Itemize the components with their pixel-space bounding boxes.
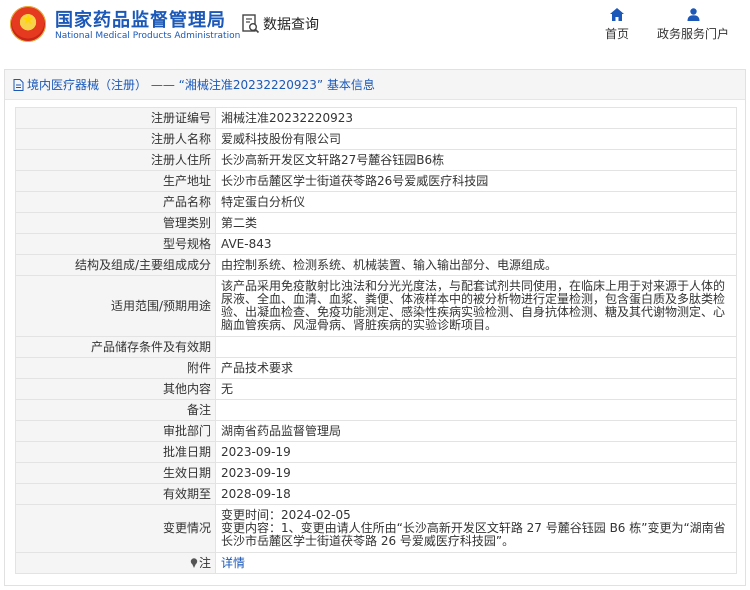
site-header: ★ 国家药品监督管理局 National Medical Products Ad… [0, 0, 750, 56]
row-value: 2028-09-18 [215, 483, 737, 505]
row-label: 其他内容 [15, 378, 216, 400]
page-icon [13, 78, 24, 91]
brand-subtitle: National Medical Products Administration [55, 31, 241, 41]
note-label: 注 [198, 555, 211, 570]
row-label: 批准日期 [15, 441, 216, 463]
table-row-note: 注 详情 [15, 552, 737, 574]
detail-panel: 境内医疗器械（注册） —— “湘械注准20232220923” 基本信息 注册证… [4, 69, 746, 586]
row-label: 产品储存条件及有效期 [15, 336, 216, 358]
table-row: 注册人名称 爱威科技股份有限公司 [15, 128, 737, 150]
note-value: 详情 [215, 552, 737, 574]
table-row: 产品名称 特定蛋白分析仪 [15, 191, 737, 213]
registration-info-table: 注册证编号 湘械注准20232220923 注册人名称 爱威科技股份有限公司 注… [15, 107, 737, 574]
row-label: 注册人名称 [15, 128, 216, 150]
row-label: 备注 [15, 399, 216, 421]
row-value: 第二类 [215, 212, 737, 234]
row-label: 生效日期 [15, 462, 216, 484]
table-row: 有效期至 2028-09-18 [15, 483, 737, 505]
table-row: 生产地址 长沙市岳麓区学士街道茯苓路26号爱威医疗科技园 [15, 170, 737, 192]
change-value: 变更时间：2024-02-05 变更内容：1、变更由请人住所由“长沙高新开发区文… [215, 504, 737, 553]
row-label: 注册人住所 [15, 149, 216, 171]
row-label: 变更情况 [15, 504, 216, 553]
row-value: 该产品采用免疫散射比浊法和分光光度法，与配套试剂共同使用，在临床上用于对来源于人… [215, 275, 737, 337]
row-label: 附件 [15, 357, 216, 379]
table-row: 其他内容 无 [15, 378, 737, 400]
row-label: 管理类别 [15, 212, 216, 234]
table-row: 注册人住所 长沙高新开发区文轩路27号麓谷钰园B6栋 [15, 149, 737, 171]
row-value: 长沙高新开发区文轩路27号麓谷钰园B6栋 [215, 149, 737, 171]
row-value: 2023-09-19 [215, 462, 737, 484]
table-row: 适用范围/预期用途 该产品采用免疫散射比浊法和分光光度法，与配套试剂共同使用，在… [15, 275, 737, 337]
row-value: 爱威科技股份有限公司 [215, 128, 737, 150]
data-query-label: 数据查询 [263, 17, 319, 33]
row-value: 特定蛋白分析仪 [215, 191, 737, 213]
document-search-icon [242, 14, 260, 34]
row-value: 长沙市岳麓区学士街道茯苓路26号爱威医疗科技园 [215, 170, 737, 192]
table-row: 附件 产品技术要求 [15, 357, 737, 379]
nav-home-label: 首页 [604, 27, 629, 41]
user-icon [687, 8, 699, 21]
row-value: 2023-09-19 [215, 441, 737, 463]
row-label: 适用范围/预期用途 [15, 275, 216, 337]
national-emblem-icon: ★ [10, 6, 46, 42]
row-label: 有效期至 [15, 483, 216, 505]
table-row: 结构及组成/主要组成成分 由控制系统、检测系统、机械装置、输入输出部分、电源组成… [15, 254, 737, 276]
row-label: 注册证编号 [15, 107, 216, 129]
table-row: 审批部门 湖南省药品监督管理局 [15, 420, 737, 442]
panel-title: 境内医疗器械（注册） —— “湘械注准20232220923” 基本信息 [5, 70, 745, 100]
home-icon [610, 8, 624, 21]
row-value [215, 399, 737, 421]
table-row: 生效日期 2023-09-19 [15, 462, 737, 484]
row-value: 由控制系统、检测系统、机械装置、输入输出部分、电源组成。 [215, 254, 737, 276]
row-label: 结构及组成/主要组成成分 [15, 254, 216, 276]
table-row: 注册证编号 湘械注准20232220923 [15, 107, 737, 129]
row-value: 产品技术要求 [215, 357, 737, 379]
table-row: 备注 [15, 399, 737, 421]
row-value [215, 336, 737, 358]
row-value: 湘械注准20232220923 [215, 107, 737, 129]
table-row: 型号规格 AVE-843 [15, 233, 737, 255]
details-link[interactable]: 详情 [221, 556, 245, 570]
table-row: 产品储存条件及有效期 [15, 336, 737, 358]
data-query-title[interactable]: 数据查询 [242, 13, 319, 35]
row-value: 无 [215, 378, 737, 400]
nav-gov-service[interactable]: 政务服务门户 [653, 8, 733, 42]
row-label: 产品名称 [15, 191, 216, 213]
panel-title-text: 境内医疗器械（注册） —— “湘械注准20232220923” 基本信息 [27, 78, 375, 92]
row-value: 湖南省药品监督管理局 [215, 420, 737, 442]
table-row: 批准日期 2023-09-19 [15, 441, 737, 463]
row-label: 审批部门 [15, 420, 216, 442]
nav-home[interactable]: 首页 [600, 8, 634, 42]
note-label-cell: 注 [15, 552, 216, 574]
nav-gov-service-label: 政务服务门户 [656, 27, 729, 41]
pin-icon [190, 557, 198, 568]
table-row-change: 变更情况 变更时间：2024-02-05 变更内容：1、变更由请人住所由“长沙高… [15, 504, 737, 553]
table-row: 管理类别 第二类 [15, 212, 737, 234]
change-content: 变更内容：1、变更由请人住所由“长沙高新开发区文轩路 27 号麓谷钰园 B6 栋… [221, 521, 726, 548]
row-value: AVE-843 [215, 233, 737, 255]
row-label: 型号规格 [15, 233, 216, 255]
row-label: 生产地址 [15, 170, 216, 192]
brand-title[interactable]: 国家药品监督管理局 [55, 6, 226, 32]
